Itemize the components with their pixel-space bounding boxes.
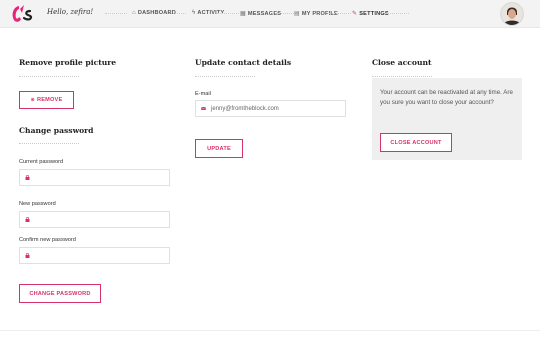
nav-settings-label: SETTINGS bbox=[359, 10, 389, 17]
close-account-button[interactable]: CLOSE ACCOUNT bbox=[380, 133, 452, 152]
app-logo[interactable] bbox=[10, 3, 42, 25]
lock-icon bbox=[25, 253, 30, 258]
avatar[interactable] bbox=[500, 2, 524, 26]
new-password-field[interactable] bbox=[19, 211, 170, 228]
update-button-label: UPDATE bbox=[207, 145, 231, 152]
nav-divider bbox=[272, 13, 294, 14]
wrench-icon: ✎ bbox=[352, 11, 358, 17]
email-field[interactable]: jenny@fromtheblock.com bbox=[195, 100, 346, 117]
remove-picture-title: Remove profile picture bbox=[19, 58, 117, 67]
remove-picture-button[interactable]: ⊗ REMOVE bbox=[19, 91, 74, 109]
nav-divider bbox=[387, 13, 409, 14]
confirm-password-field[interactable] bbox=[19, 247, 170, 264]
section-divider bbox=[372, 76, 432, 77]
contact-title: Update contact details bbox=[195, 58, 292, 67]
close-account-button-label: CLOSE ACCOUNT bbox=[390, 139, 442, 146]
change-password-title: Change password bbox=[19, 126, 94, 135]
top-bar: Hello, zefira! ⌂ DASHBOARD ϟ ACTIVITY ▦ … bbox=[0, 0, 540, 28]
avatar-image bbox=[501, 3, 523, 25]
lock-icon bbox=[25, 217, 30, 222]
remove-picture-button-label: REMOVE bbox=[36, 97, 63, 103]
nav-divider bbox=[217, 13, 239, 14]
envelope-icon bbox=[201, 106, 206, 110]
lock-icon bbox=[25, 175, 30, 180]
section-divider bbox=[19, 76, 79, 77]
close-account-title: Close account bbox=[372, 58, 432, 67]
current-password-field[interactable] bbox=[19, 169, 170, 186]
change-password-button[interactable]: CHANGE PASSWORD bbox=[19, 284, 101, 303]
greeting: Hello, zefira! bbox=[47, 8, 94, 16]
home-icon: ⌂ bbox=[132, 10, 136, 16]
nav-divider bbox=[105, 13, 127, 14]
section-divider bbox=[195, 76, 255, 77]
footer-divider bbox=[0, 330, 540, 331]
section-divider bbox=[19, 143, 79, 144]
change-password-button-label: CHANGE PASSWORD bbox=[29, 290, 91, 297]
email-value: jenny@fromtheblock.com bbox=[211, 105, 279, 112]
nav-divider bbox=[164, 13, 186, 14]
email-label: E-mail bbox=[195, 91, 211, 97]
new-password-label: New password bbox=[19, 201, 56, 207]
close-account-text: Your account can be reactivated at any t… bbox=[380, 89, 513, 106]
profile-icon: ▤ bbox=[294, 11, 300, 17]
activity-icon: ϟ bbox=[192, 10, 196, 16]
messages-icon: ▦ bbox=[240, 11, 246, 17]
current-password-label: Current password bbox=[19, 159, 64, 165]
trash-icon: ⊗ bbox=[30, 97, 35, 103]
nav-divider bbox=[329, 13, 351, 14]
confirm-password-label: Confirm new password bbox=[19, 237, 76, 243]
update-button[interactable]: UPDATE bbox=[195, 139, 243, 158]
nav-settings[interactable]: ✎ SETTINGS bbox=[352, 10, 389, 18]
